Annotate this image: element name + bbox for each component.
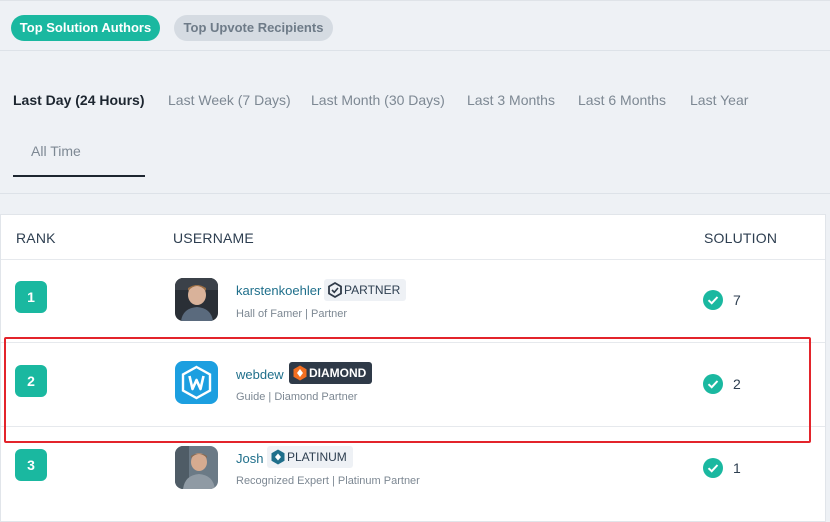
tab-top-upvote-recipients[interactable]: Top Upvote Recipients <box>174 15 333 41</box>
divider <box>0 193 830 194</box>
rank-badge: 1 <box>15 281 47 313</box>
rank-tag-label: PLATINUM <box>287 450 347 464</box>
solution-count: 2 <box>733 376 741 392</box>
leaderboard-type-bar: Top Solution Authors Top Upvote Recipien… <box>0 0 830 52</box>
check-circle-icon <box>703 374 723 394</box>
period-tab-last-day[interactable]: Last Day (24 Hours) <box>13 92 144 108</box>
diamond-hexagon-icon <box>289 362 309 384</box>
tab-top-solution-authors[interactable]: Top Solution Authors <box>11 15 160 41</box>
solution-count: 1 <box>733 460 741 476</box>
partner-shield-icon <box>324 279 344 301</box>
platinum-hexagon-icon <box>267 446 287 468</box>
avatar[interactable] <box>175 446 218 489</box>
check-circle-icon <box>703 290 723 310</box>
check-circle-icon <box>703 458 723 478</box>
user-rank-subtitle: Guide | Diamond Partner <box>236 391 358 403</box>
row-divider <box>1 259 825 260</box>
rank-tag-label: PARTNER <box>344 283 401 297</box>
rank-tag-partner: PARTNER <box>324 279 407 301</box>
user-rank-subtitle: Recognized Expert | Platinum Partner <box>236 475 420 487</box>
rank-tag-diamond: DIAMOND <box>289 362 373 384</box>
row-divider <box>1 426 825 427</box>
row-divider <box>1 342 825 343</box>
column-header-username: USERNAME <box>173 230 254 246</box>
avatar[interactable] <box>175 278 218 321</box>
username-link[interactable]: Josh <box>236 451 263 466</box>
rank-badge: 2 <box>15 365 47 397</box>
username-link[interactable]: webdew <box>236 367 284 382</box>
period-tab-last-3-months[interactable]: Last 3 Months <box>467 92 555 108</box>
column-header-rank: RANK <box>16 230 56 246</box>
avatar[interactable] <box>175 361 218 404</box>
divider <box>0 50 830 51</box>
period-tabs: Last Day (24 Hours) Last Week (7 Days) L… <box>0 53 830 193</box>
period-tab-last-month[interactable]: Last Month (30 Days) <box>311 92 445 108</box>
period-tab-all-time[interactable]: All Time <box>31 143 81 159</box>
rank-tag-platinum: PLATINUM <box>267 446 353 468</box>
user-rank-subtitle: Hall of Famer | Partner <box>236 308 348 320</box>
username-link[interactable]: karstenkoehler <box>236 283 321 298</box>
column-header-solution: SOLUTION <box>704 230 778 246</box>
solution-count: 7 <box>733 292 741 308</box>
leaderboard-table: RANK USERNAME SOLUTION 1 karstenkoehler … <box>0 214 826 522</box>
rank-badge: 3 <box>15 449 47 481</box>
active-tab-indicator <box>13 175 145 177</box>
rank-tag-label: DIAMOND <box>309 366 367 380</box>
period-tab-last-6-months[interactable]: Last 6 Months <box>578 92 666 108</box>
period-tab-last-year[interactable]: Last Year <box>690 92 748 108</box>
period-tab-last-week[interactable]: Last Week (7 Days) <box>168 92 291 108</box>
